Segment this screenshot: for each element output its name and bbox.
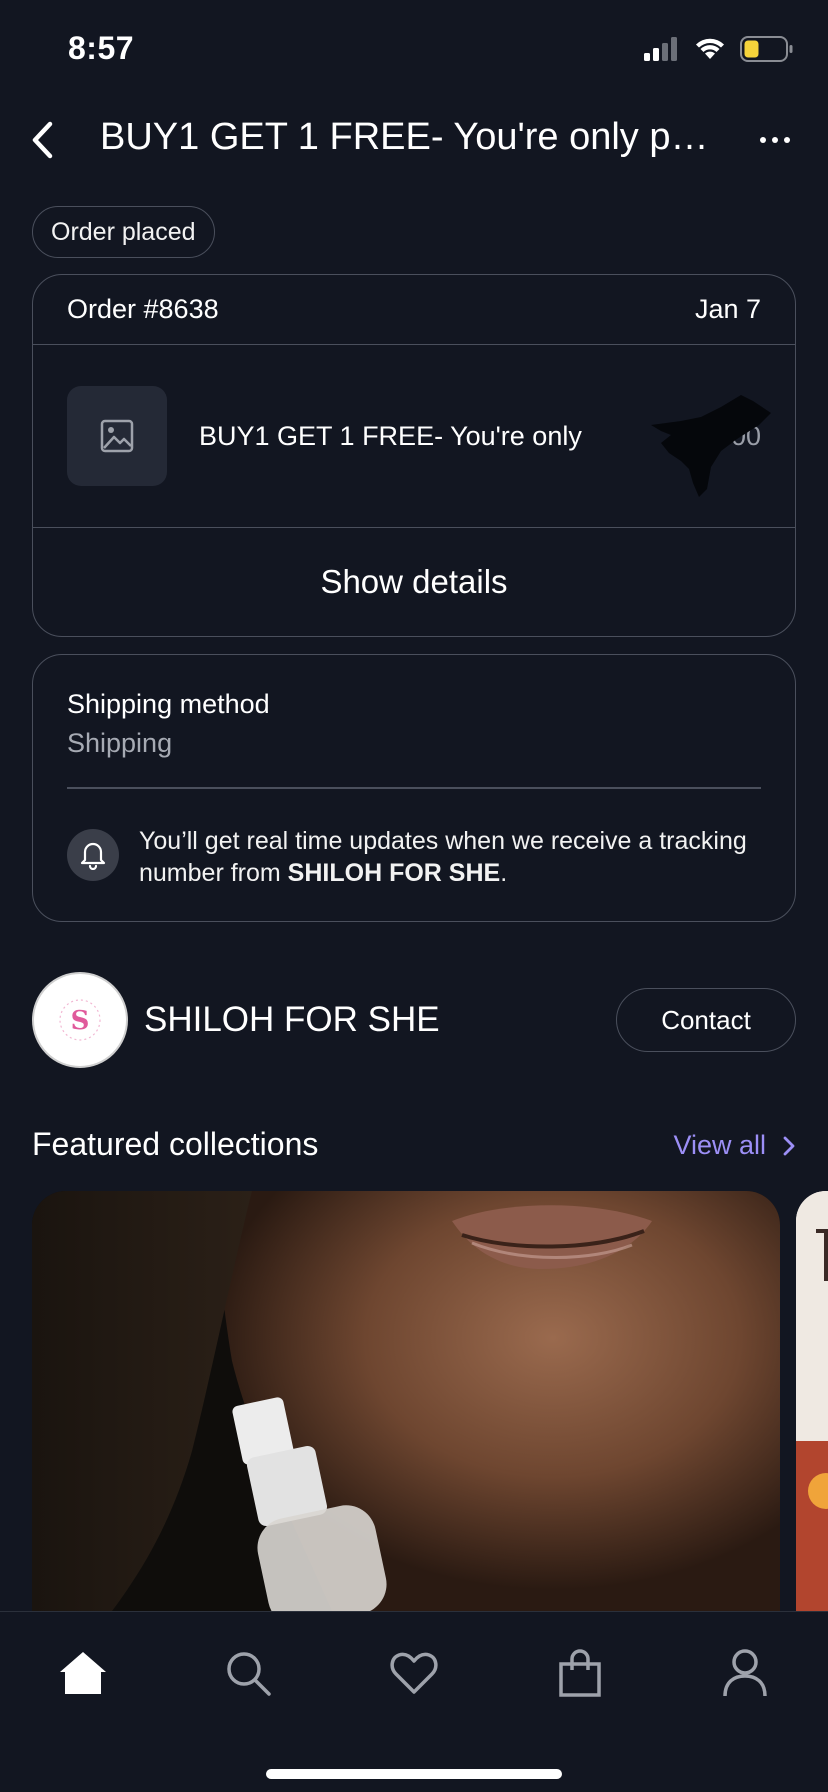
back-button[interactable] [22, 118, 62, 162]
view-all-link[interactable]: View all [673, 1130, 796, 1161]
product-thumbnail [67, 386, 167, 486]
tracking-notice-text: You’ll get real time updates when we rec… [139, 825, 761, 889]
order-number: Order #8638 [67, 294, 219, 324]
bell-icon [80, 842, 106, 870]
battery-icon [740, 36, 793, 62]
bell-icon-container [67, 828, 119, 881]
featured-collections-title: Featured collections [32, 1126, 319, 1162]
cellular-signal-icon [644, 37, 677, 61]
chevron-right-icon [783, 1136, 795, 1155]
tab-home[interactable] [48, 1642, 118, 1704]
product-name: BUY1 GET 1 FREE- You're only [199, 420, 582, 451]
shipping-method-value: Shipping [67, 728, 173, 758]
more-dot [772, 137, 778, 143]
notice-suffix: . [500, 858, 508, 887]
store-logo[interactable]: S [32, 972, 128, 1068]
store-row: S SHILOH FOR SHE Contact [32, 972, 796, 1068]
status-time: 8:57 [68, 30, 135, 66]
order-line-item[interactable]: BUY1 GET 1 FREE- You're only $37.00 [33, 345, 795, 528]
tracking-notice: You’ll get real time updates when we rec… [67, 825, 761, 889]
user-icon [723, 1649, 767, 1697]
collection-card[interactable] [32, 1191, 780, 1611]
view-all-label: View all [673, 1130, 766, 1160]
more-options-button[interactable] [752, 120, 798, 160]
tab-favorites[interactable] [379, 1642, 449, 1704]
tab-bar [0, 1611, 828, 1792]
collection-card-next[interactable] [796, 1191, 828, 1611]
order-status-badge: Order placed [32, 206, 215, 258]
store-logo-letter: S [71, 1006, 90, 1036]
image-placeholder-icon [100, 419, 134, 453]
price-redaction-mark [651, 395, 771, 497]
collection-image [32, 1191, 780, 1611]
status-icons [644, 36, 794, 62]
tab-cart[interactable] [545, 1642, 615, 1704]
tab-account[interactable] [710, 1642, 780, 1704]
notice-store-name: SHILOH FOR SHE [287, 858, 501, 887]
store-name[interactable]: SHILOH FOR SHE [144, 1000, 440, 1040]
store-logo-mark: S [59, 999, 101, 1041]
collection-image-next [796, 1191, 828, 1611]
contact-button[interactable]: Contact [616, 988, 796, 1052]
bag-icon [559, 1649, 601, 1697]
show-details-button[interactable]: Show details [33, 528, 795, 636]
tab-search[interactable] [213, 1642, 283, 1704]
order-date: Jan 7 [694, 294, 761, 324]
shipping-method-title: Shipping method [67, 689, 270, 719]
more-dot [760, 137, 766, 143]
home-icon [60, 1652, 106, 1694]
order-card: Order #8638 Jan 7 BUY1 GET 1 FREE- You'r… [32, 274, 796, 637]
heart-icon [390, 1652, 438, 1694]
page-title: BUY1 GET 1 FREE- You're only pa... [100, 116, 720, 158]
divider [67, 787, 761, 789]
home-indicator [266, 1769, 562, 1779]
chevron-left-icon [32, 121, 53, 159]
wifi-icon [696, 38, 724, 59]
more-dot [784, 137, 790, 143]
featured-collections-header: Featured collections View all [32, 1126, 796, 1170]
header: BUY1 GET 1 FREE- You're only pa... [0, 100, 828, 180]
order-header: Order #8638 Jan 7 [33, 275, 795, 345]
status-bar: 8:57 [0, 0, 828, 100]
search-icon [227, 1652, 271, 1696]
shipping-card: Shipping method Shipping You’ll get real… [32, 654, 796, 922]
